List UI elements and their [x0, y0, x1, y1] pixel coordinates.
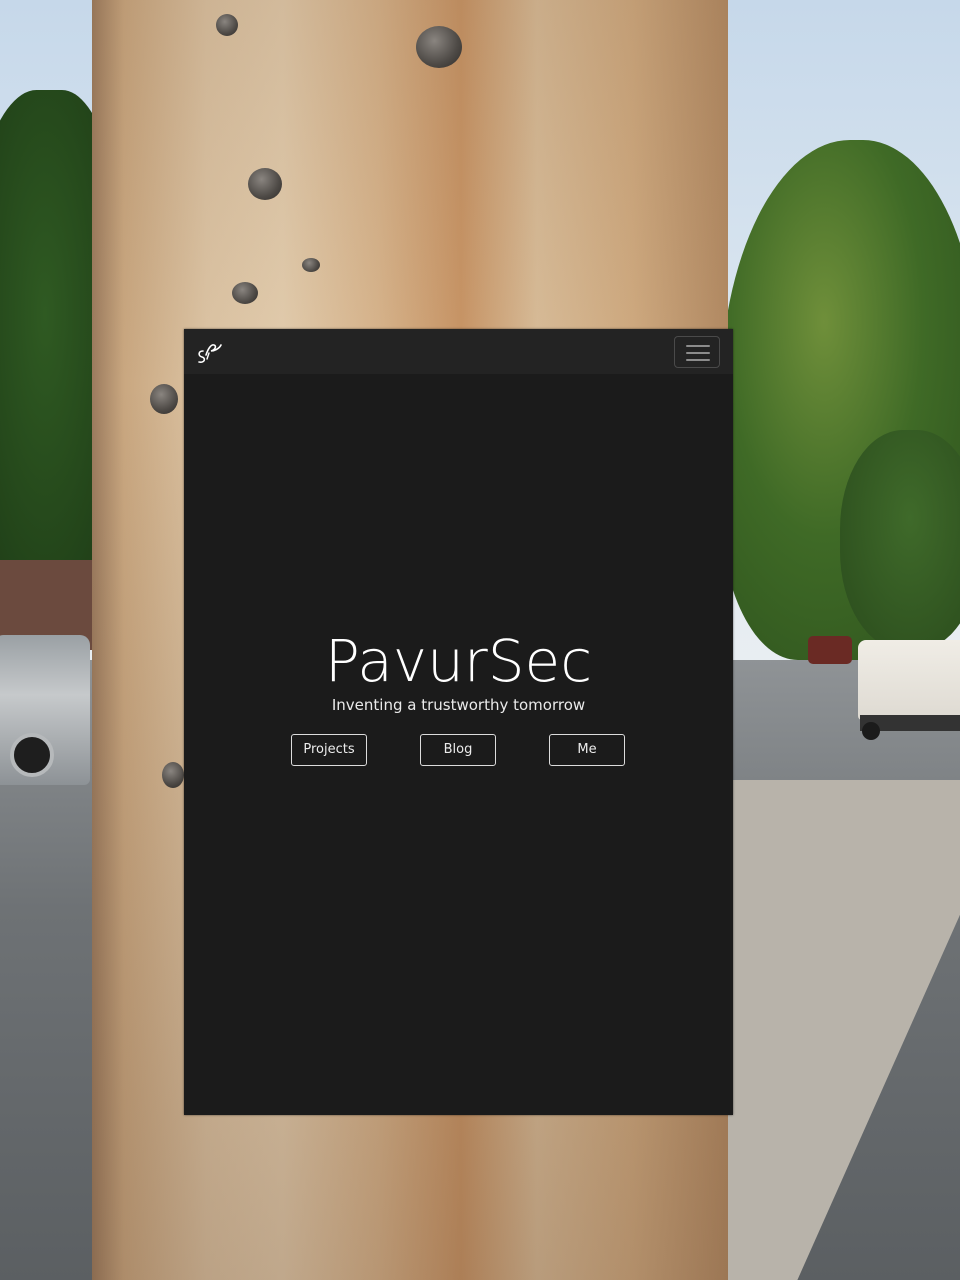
hero-tagline: Inventing a trustworthy tomorrow — [331, 696, 586, 714]
signature-logo-icon[interactable] — [195, 339, 223, 365]
website-window: PavurSec Inventing a trustworthy tomorro… — [184, 329, 733, 1115]
nail-head — [162, 762, 184, 788]
nail-head — [416, 26, 462, 68]
nail-head — [248, 168, 282, 200]
projects-button[interactable]: Projects — [291, 734, 367, 766]
hamburger-menu-button[interactable] — [674, 336, 720, 368]
nail-head — [216, 14, 238, 36]
hero-title: PavurSec — [324, 627, 593, 695]
car-wheel — [10, 733, 54, 777]
navbar — [184, 329, 733, 374]
distant-car — [808, 636, 852, 664]
me-button[interactable]: Me — [549, 734, 625, 766]
menu-bar — [686, 345, 710, 347]
truck-wheel — [862, 722, 880, 740]
menu-bar — [686, 352, 710, 354]
pickup-truck — [858, 640, 960, 720]
nail-head — [150, 384, 178, 414]
nail-head — [302, 258, 320, 272]
tree-right-far — [840, 430, 960, 650]
nail-head — [232, 282, 258, 304]
blog-button[interactable]: Blog — [420, 734, 496, 766]
menu-bar — [686, 359, 710, 361]
